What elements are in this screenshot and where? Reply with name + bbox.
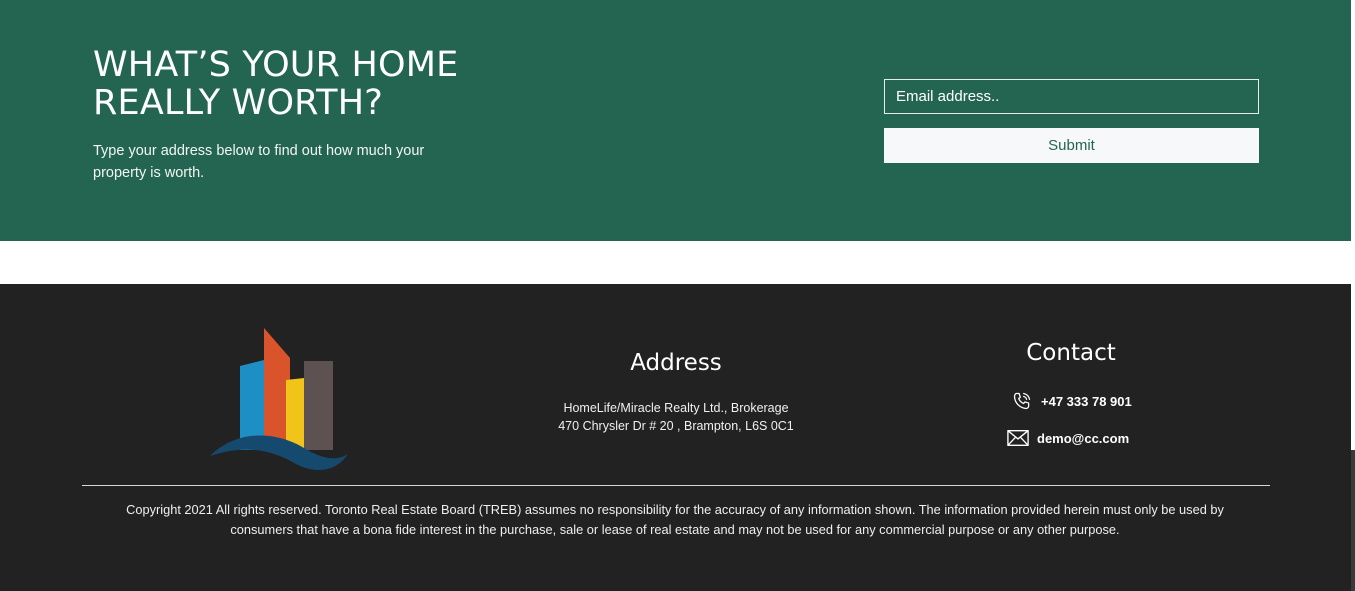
contact-email-address[interactable]: demo@cc.com: [1037, 431, 1129, 446]
contact-phone-number[interactable]: +47 333 78 901: [1041, 394, 1132, 409]
copyright-notice: Copyright 2021 All rights reserved. Toro…: [126, 502, 1224, 537]
phone-icon: [1011, 390, 1033, 412]
logo-building-gray: [304, 361, 333, 450]
site-footer: Address HomeLife/Miracle Realty Ltd., Br…: [0, 284, 1351, 591]
home-value-section: WHAT’S YOUR HOME REALLY WORTH? Type your…: [0, 0, 1351, 241]
address-line-company: HomeLife/Miracle Realty Ltd., Brokerage: [563, 401, 789, 415]
submit-button[interactable]: Submit: [884, 128, 1259, 163]
home-value-subtitle: Type your address below to find out how …: [93, 143, 425, 181]
scrollbar-thumb[interactable]: [1351, 450, 1355, 591]
contact-phone[interactable]: +47 333 78 901: [1011, 390, 1132, 412]
footer-divider: [82, 485, 1270, 486]
contact-heading: Contact: [1026, 340, 1116, 366]
home-value-title: WHAT’S YOUR HOME REALLY WORTH?: [93, 45, 459, 123]
logo-building-yellow: [286, 378, 304, 450]
section-spacer: [0, 241, 1355, 284]
city-buildings-logo-icon[interactable]: [208, 324, 350, 474]
address-line-street: 470 Chrysler Dr # 20 , Brampton, L6S 0C1: [558, 419, 794, 433]
contact-email[interactable]: demo@cc.com: [1007, 427, 1129, 449]
email-address-input[interactable]: [884, 79, 1259, 114]
envelope-icon: [1007, 427, 1029, 449]
address-heading: Address: [630, 350, 722, 376]
